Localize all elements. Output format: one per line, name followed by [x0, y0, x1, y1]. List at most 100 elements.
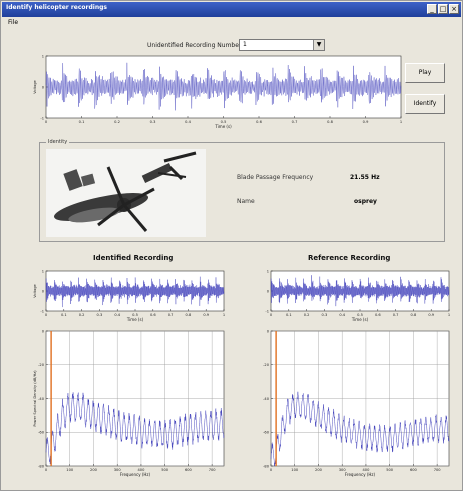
identified_waveform-xtick-label: 0.8 [186, 313, 192, 317]
reference_psd-ytick-label: -20 [263, 363, 270, 367]
top_waveform-xtick-label: 0.8 [327, 120, 333, 124]
top_waveform-series-line [45, 62, 402, 111]
identified_psd-ytick-label: -60 [38, 431, 45, 435]
top_waveform-xtick-label: 0.7 [292, 120, 298, 124]
identified_psd-ylabel: Power Spectral Density (dB/Hz) [33, 370, 37, 427]
identified_psd-xtick-label: 500 [161, 468, 169, 472]
title-bar[interactable]: Identify helicopter recordings _ □ × [2, 2, 461, 17]
identified_waveform-ytick-label: 0 [42, 289, 45, 293]
reference_waveform-xtick-label: 0.1 [286, 313, 292, 317]
top_waveform-ytick-label: 1 [42, 54, 44, 58]
top_waveform-xtick-label: 0.3 [150, 120, 156, 124]
blade-frequency-value: 21.55 Hz [350, 174, 380, 181]
menu-bar: File [2, 17, 461, 29]
identified_waveform-series-line [45, 276, 225, 308]
top_waveform-xtick-label: 0 [45, 120, 48, 124]
identified_waveform-ytick-label: 1 [42, 269, 44, 273]
top_waveform-ytick-label: 0 [42, 85, 45, 89]
reference-psd-chart: 0 100 200 300 400 500 600 700 0 -20 -40 -60 -80 Frequ… [263, 329, 450, 477]
identified_psd-xtick-label: 600 [185, 468, 193, 472]
maximize-icon[interactable]: □ [438, 4, 448, 14]
identified_waveform-xtick-label: 0.1 [61, 313, 67, 317]
reference_waveform-xtick-label: 0.6 [375, 313, 381, 317]
identified_waveform-ytick-label: -1 [40, 309, 44, 313]
reference_waveform-xtick-label: 0.7 [393, 313, 399, 317]
reference_psd-xtick-label: 700 [434, 468, 442, 472]
top_waveform-xtick-label: 0.6 [256, 120, 262, 124]
reference_waveform-xtick-label: 0.8 [411, 313, 417, 317]
reference_waveform-xtick-label: 0.3 [322, 313, 328, 317]
app-window: Identify helicopter recordings _ □ × Fil… [0, 0, 463, 491]
reference_psd-xtick-label: 600 [410, 468, 418, 472]
identified_waveform-axes [45, 270, 225, 312]
blade-frequency-label: Blade Passage Frequency [237, 174, 314, 181]
identified_psd-xtick-label: 300 [114, 468, 122, 472]
reference_waveform-xlabel: Time (s) [351, 317, 369, 322]
identified_waveform-xtick-label: 0.3 [97, 313, 103, 317]
recording-number-value: 1 [243, 41, 247, 48]
identity-panel: Identity Blade Passage Frequency 21.55 H… [39, 139, 445, 242]
identify-button[interactable]: Identify [405, 94, 445, 114]
identified_psd-ytick-label: -20 [38, 363, 45, 367]
helicopter-image [46, 149, 206, 237]
top_waveform-xtick-label: 0.2 [114, 120, 120, 124]
reference_waveform-xtick-label: 0 [270, 313, 273, 317]
top_waveform-xtick-label: 1 [400, 120, 402, 124]
reference_psd-series-line [270, 391, 450, 467]
identified-waveform-chart: 0 0.1 0.2 0.3 0.4 0.5 0.6 0.7 0.8 0.9 110-1Time (s… [33, 269, 225, 322]
chevron-down-icon[interactable]: ▼ [313, 40, 324, 50]
identified_psd-series-line [45, 392, 225, 465]
reference_waveform-xtick-label: 0.5 [357, 313, 363, 317]
identified_psd-ytick-label: -40 [38, 397, 45, 401]
reference_waveform-xtick-label: 0.4 [339, 313, 345, 317]
identity-legend: Identity [46, 139, 70, 145]
reference_waveform-ytick-label: -1 [265, 309, 269, 313]
menu-file[interactable]: File [8, 19, 18, 26]
minimize-icon[interactable]: _ [427, 4, 437, 14]
reference_waveform-axes [270, 270, 450, 312]
top_waveform-ytick-label: -1 [40, 116, 44, 120]
reference_psd-ytick-label: -80 [263, 464, 270, 468]
top_waveform-axes [45, 55, 402, 119]
reference_psd-xtick-label: 100 [291, 468, 299, 472]
identified_waveform-xtick-label: 0.7 [168, 313, 174, 317]
identified_waveform-xtick-label: 0.6 [150, 313, 156, 317]
identified_psd-xlabel: Frequency (Hz) [120, 472, 151, 477]
reference_psd-ytick-label: 0 [267, 329, 270, 333]
identified_psd-xtick-label: 0 [45, 468, 48, 472]
reference_waveform-series-line [270, 275, 450, 307]
reference_psd-ytick-label: -60 [263, 431, 270, 435]
reference_psd-ytick-label: -40 [263, 397, 270, 401]
top_waveform-xtick-label: 0.5 [221, 120, 227, 124]
top_waveform-xlabel: Time (s) [214, 124, 232, 129]
reference_waveform-ytick-label: 1 [267, 269, 269, 273]
reference_psd-xtick-label: 0 [270, 468, 273, 472]
window-title: Identify helicopter recordings [6, 4, 107, 11]
identified_psd-xtick-label: 200 [90, 468, 98, 472]
reference_psd-xtick-label: 500 [386, 468, 394, 472]
reference_psd-axes [270, 330, 450, 467]
reference_waveform-xtick-label: 0.9 [428, 313, 434, 317]
identified_waveform-xlabel: Time (s) [126, 317, 144, 322]
identified_psd-xtick-label: 400 [138, 468, 146, 472]
identified_psd-ytick-label: -80 [38, 464, 45, 468]
recording-number-select[interactable]: 1 ▼ [239, 39, 325, 51]
identified-psd-chart: 0 100 200 300 400 500 600 700 0 -20 -40 -60 -80 Frequ… [33, 329, 225, 477]
reference_psd-xtick-label: 300 [339, 468, 347, 472]
name-label: Name [237, 198, 255, 205]
close-icon[interactable]: × [449, 4, 459, 14]
identified_waveform-xtick-label: 0.2 [79, 313, 85, 317]
identified_psd-axes [45, 330, 225, 467]
reference_waveform-xtick-label: 0.2 [304, 313, 310, 317]
reference_waveform-xtick-label: 1 [448, 313, 450, 317]
identified_waveform-ylabel: Voltage [33, 283, 37, 297]
identified_psd-ytick-label: 0 [42, 329, 45, 333]
top_waveform-xtick-label: 0.9 [363, 120, 369, 124]
name-value: osprey [354, 198, 377, 205]
identified_waveform-xtick-label: 0.5 [132, 313, 138, 317]
reference_waveform-ytick-label: 0 [267, 289, 270, 293]
top_waveform-ylabel: Voltage [33, 79, 37, 93]
identified_psd-xtick-label: 700 [209, 468, 217, 472]
play-button[interactable]: Play [405, 63, 445, 83]
top_waveform-xtick-label: 0.1 [79, 120, 85, 124]
